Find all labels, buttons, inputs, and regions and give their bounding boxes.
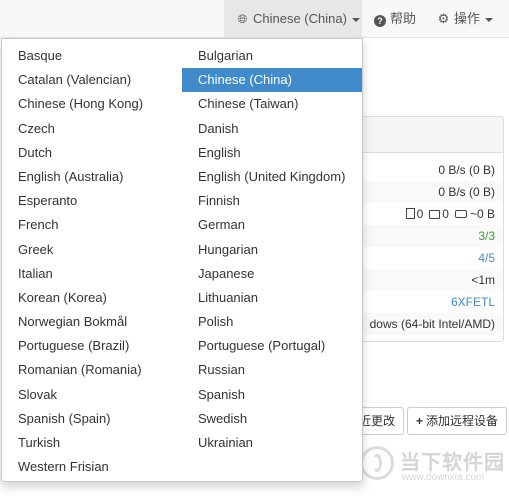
language-option[interactable]: Slovak <box>2 383 182 407</box>
version-value: dows (64-bit Intel/AMD) <box>357 313 503 335</box>
language-option[interactable]: Italian <box>2 262 182 286</box>
language-option[interactable]: German <box>182 213 362 237</box>
language-option[interactable]: Hungarian <box>182 238 362 262</box>
language-option[interactable]: Turkish <box>2 431 182 455</box>
language-option[interactable]: Dutch <box>2 141 182 165</box>
language-menu-toggle[interactable]: 🌐︎ Chinese (China) <box>224 0 362 38</box>
file-count: 0 <box>416 207 424 221</box>
language-option[interactable]: Polish <box>182 310 362 334</box>
language-option[interactable]: Chinese (Taiwan) <box>182 92 362 116</box>
language-option[interactable]: Russian <box>182 358 362 382</box>
language-option[interactable]: English <box>182 141 362 165</box>
listeners-value: 3/3 <box>357 225 503 247</box>
plus-icon: + <box>416 414 424 428</box>
language-option[interactable]: Western Frisian <box>2 455 182 479</box>
language-column-left: Basque Catalan (Valencian) Chinese (Hong K… <box>2 44 182 479</box>
language-option[interactable]: Basque <box>2 44 182 68</box>
add-device-label: 添加远程设备 <box>426 414 499 428</box>
upload-rate: 0 B/s (0 B) <box>357 181 503 203</box>
language-option[interactable]: Lithuanian <box>182 286 362 310</box>
recent-changes-label: 近更改 <box>359 414 396 428</box>
panel-heading <box>357 117 503 153</box>
folder-count: 0 <box>442 207 449 221</box>
language-option[interactable]: Finnish <box>182 189 362 213</box>
discovery-value: 4/5 <box>478 251 495 265</box>
download-rate: 0 B/s (0 B) <box>438 163 495 177</box>
language-option[interactable]: English (United Kingdom) <box>182 165 362 189</box>
size-value: ~0 B <box>469 207 495 221</box>
help-menu[interactable]: ? 帮助 <box>374 0 416 38</box>
watermark: 当下软件园 www.downxia.com <box>356 444 506 488</box>
watermark-brand: 当下软件园 <box>400 452 505 474</box>
actions-label: 操作 <box>454 11 481 26</box>
help-label: 帮助 <box>390 11 417 26</box>
language-option[interactable]: Chinese (China) <box>182 68 362 93</box>
globe-icon: 🌐︎ <box>237 12 248 26</box>
language-option[interactable]: English (Australia) <box>2 165 182 189</box>
language-option[interactable]: Catalan (Valencian) <box>2 68 182 92</box>
language-option[interactable]: Spanish <box>182 383 362 407</box>
local-state-row: 0 0 ~0 B <box>357 203 503 225</box>
chevron-down-icon <box>485 17 494 22</box>
folder-icon <box>429 210 441 219</box>
chevron-down-icon <box>351 17 360 22</box>
language-option[interactable]: Swedish <box>182 407 362 431</box>
device-id-value: 6XFETL <box>450 295 495 309</box>
question-circle-icon: ? <box>374 15 386 27</box>
language-menu-label: Chinese (China) <box>253 11 347 26</box>
top-navbar: 🌐︎ Chinese (China) ? 帮助 ⚙ 操作 <box>0 0 509 38</box>
language-option[interactable]: Portuguese (Brazil) <box>2 334 182 358</box>
language-option[interactable]: Japanese <box>182 262 362 286</box>
language-option[interactable]: Spanish (Spain) <box>2 407 182 431</box>
language-option[interactable]: Romanian (Romania) <box>2 358 182 382</box>
language-option[interactable]: Korean (Korea) <box>2 286 182 310</box>
language-option[interactable]: Ukrainian <box>182 431 362 455</box>
language-option[interactable]: Bulgarian <box>182 44 362 68</box>
gear-icon: ⚙ <box>437 11 450 26</box>
language-option[interactable]: Norwegian Bokmål <box>2 310 182 334</box>
language-option[interactable]: Czech <box>2 117 182 141</box>
actions-menu[interactable]: ⚙ 操作 <box>437 0 494 38</box>
language-option[interactable]: Esperanto <box>2 189 182 213</box>
file-icon <box>405 208 415 219</box>
device-info-panel: 0 B/s (0 B) 0 B/s (0 B) 0 0 ~0 B 3/3 4/5 <… <box>356 116 504 342</box>
add-remote-device-button[interactable]: + 添加远程设备 <box>407 407 508 435</box>
language-option[interactable]: Chinese (Hong Kong) <box>2 92 182 116</box>
language-option[interactable]: Greek <box>2 238 182 262</box>
watermark-url: www.downxia.com <box>402 472 485 483</box>
language-dropdown-menu: Basque Catalan (Valencian) Chinese (Hong K… <box>1 38 363 482</box>
watermark-logo-icon <box>360 446 394 480</box>
language-column-right: Bulgarian Chinese (China) Chinese (Taiwan)… <box>182 44 362 455</box>
language-option[interactable]: Danish <box>182 117 362 141</box>
drive-icon <box>454 210 467 218</box>
uptime-value: <1m <box>357 269 503 291</box>
language-option[interactable]: Portuguese (Portugal) <box>182 334 362 358</box>
language-option[interactable]: French <box>2 213 182 237</box>
